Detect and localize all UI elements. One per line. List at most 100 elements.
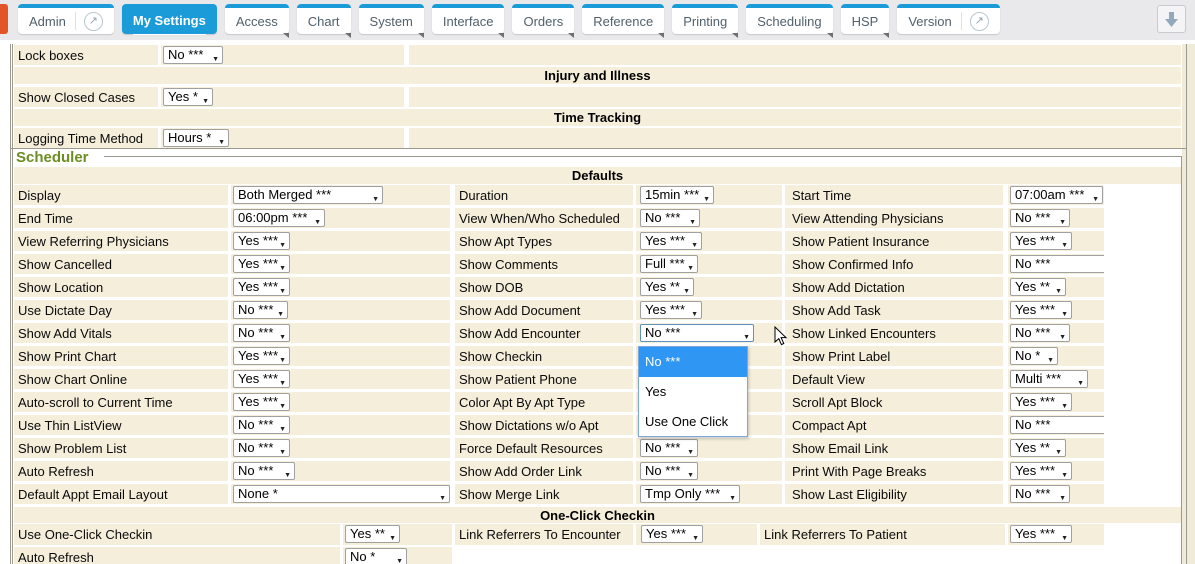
settings-row: Show Print Chart Yes *** Show Checkin Sh… bbox=[14, 346, 1181, 366]
show-apt-types-select[interactable]: Yes *** bbox=[640, 232, 702, 250]
scheduler-fieldset-border bbox=[104, 156, 1181, 157]
tab-caret-icon bbox=[827, 33, 833, 38]
dropdown-option[interactable]: Use One Click bbox=[639, 407, 747, 437]
view-attending-physicians-select[interactable]: No *** bbox=[1010, 209, 1070, 227]
show-chart-online-select[interactable]: Yes *** bbox=[233, 370, 290, 388]
auto-refresh-select[interactable]: No *** bbox=[233, 462, 295, 480]
link-referrers-to-encounter-select[interactable]: Yes *** bbox=[641, 525, 703, 543]
dropdown-arrow-icon bbox=[1061, 531, 1068, 545]
show-location-select[interactable]: Yes *** bbox=[233, 278, 290, 296]
dropdown-arrow-icon bbox=[1059, 215, 1066, 228]
show-comments-select[interactable]: Full *** bbox=[640, 255, 698, 273]
dropdown-arrow-icon bbox=[691, 307, 698, 320]
scroll-down-button[interactable] bbox=[1157, 5, 1186, 33]
dropdown-arrow-icon bbox=[1077, 376, 1084, 389]
field-label: Auto Refresh bbox=[14, 547, 94, 564]
tab-version[interactable]: Version bbox=[897, 4, 999, 34]
field-label: Show Print Chart bbox=[14, 346, 116, 364]
show-add-dictation-select[interactable]: Yes ** bbox=[1010, 278, 1066, 296]
tab-printing[interactable]: Printing bbox=[672, 4, 738, 34]
show-last-eligibility-select[interactable]: No *** bbox=[1010, 485, 1070, 503]
field-label: Auto Refresh bbox=[14, 461, 94, 479]
show-patient-insurance-select[interactable]: Yes *** bbox=[1010, 232, 1072, 250]
show-problem-list-select[interactable]: No *** bbox=[233, 439, 290, 457]
tab-interface[interactable]: Interface bbox=[432, 4, 505, 34]
tab-reference[interactable]: Reference bbox=[582, 4, 664, 34]
duration-select[interactable]: 15min *** bbox=[640, 186, 714, 204]
tab-orders[interactable]: Orders bbox=[512, 4, 574, 34]
show-print-label-select[interactable]: No * bbox=[1010, 347, 1058, 365]
show-email-link-select[interactable]: Yes ** bbox=[1010, 439, 1066, 457]
dropdown-arrow-icon bbox=[703, 192, 710, 205]
show-closed-cases-select[interactable]: Yes * bbox=[163, 88, 213, 106]
fieldset-border bbox=[10, 148, 1187, 149]
lock-boxes-select[interactable]: No *** bbox=[163, 46, 223, 64]
dropdown-arrow-icon bbox=[439, 491, 446, 504]
field-label: View Attending Physicians bbox=[785, 208, 944, 226]
tab-access[interactable]: Access bbox=[225, 4, 289, 34]
start-time-select[interactable]: 07:00am *** bbox=[1010, 186, 1103, 204]
field-label: Show Add Dictation bbox=[785, 277, 905, 295]
field-label: Show Dictations w/o Apt bbox=[455, 415, 598, 433]
show-linked-encounters-select[interactable]: No *** bbox=[1010, 324, 1070, 342]
field-label: Show Confirmed Info bbox=[785, 254, 913, 272]
field-label: Auto-scroll to Current Time bbox=[14, 392, 173, 410]
use-dictate-day-select[interactable]: No *** bbox=[233, 301, 288, 319]
dropdown-arrow-icon bbox=[279, 353, 286, 366]
dropdown-option[interactable]: Yes bbox=[639, 377, 747, 407]
field-label: Display bbox=[14, 185, 61, 203]
view-referring-physicians-select[interactable]: Yes *** bbox=[233, 232, 290, 250]
down-arrow-icon bbox=[1164, 11, 1179, 28]
tab-chart[interactable]: Chart bbox=[297, 4, 351, 34]
fieldset-border bbox=[1186, 44, 1187, 564]
dropdown-arrow-icon bbox=[1061, 238, 1068, 251]
scroll-apt-block-select[interactable]: Yes *** bbox=[1010, 393, 1072, 411]
auto-scroll-to-current-time-select[interactable]: Yes *** bbox=[233, 393, 290, 411]
show-add-vitals-select[interactable]: No *** bbox=[233, 324, 290, 342]
show-confirmed-info-select[interactable]: No *** bbox=[1010, 255, 1104, 273]
field-label: Show Apt Types bbox=[455, 231, 552, 249]
use-thin-listview-select[interactable]: No *** bbox=[233, 416, 290, 434]
dropdown-arrow-icon bbox=[372, 192, 379, 205]
link-referrers-to-patient-select[interactable]: Yes *** bbox=[1010, 525, 1072, 543]
settings-row: Show Cancelled Yes *** Show Comments Ful… bbox=[14, 254, 1181, 274]
tabs: Admin My Settings Access Chart System In… bbox=[18, 4, 1000, 34]
show-add-order-link-select[interactable]: No *** bbox=[640, 462, 698, 480]
one-click-auto-refresh-select[interactable]: No * bbox=[345, 548, 407, 564]
tab-system[interactable]: System bbox=[359, 4, 424, 34]
dropdown-arrow-icon bbox=[279, 238, 286, 251]
show-cancelled-select[interactable]: Yes *** bbox=[233, 255, 290, 273]
section-header: Time Tracking bbox=[554, 110, 641, 125]
dropdown-arrow-icon bbox=[1061, 399, 1068, 412]
field-label: Show Problem List bbox=[14, 438, 126, 456]
end-time-select[interactable]: 06:00pm *** bbox=[233, 209, 325, 227]
display-select[interactable]: Both Merged *** bbox=[233, 186, 383, 204]
tab-hsp[interactable]: HSP bbox=[841, 4, 890, 34]
default-view-select[interactable]: Multi *** bbox=[1010, 370, 1088, 388]
force-default-resources-select[interactable]: No *** bbox=[640, 439, 698, 457]
field-label: Show Add Task bbox=[785, 300, 881, 318]
show-merge-link-select[interactable]: Tmp Only *** bbox=[640, 485, 740, 503]
settings-row: View Referring Physicians Yes *** Show A… bbox=[14, 231, 1181, 251]
view-when-who-scheduled-select[interactable]: No *** bbox=[640, 209, 700, 227]
use-one-click-checkin-select[interactable]: Yes ** bbox=[345, 525, 400, 543]
popout-icon[interactable] bbox=[970, 12, 989, 31]
popout-icon[interactable] bbox=[84, 12, 103, 31]
tab-scheduling[interactable]: Scheduling bbox=[746, 4, 832, 34]
tab-admin[interactable]: Admin bbox=[18, 4, 114, 34]
dropdown-option-selected[interactable]: No *** bbox=[639, 347, 747, 377]
dropdown-arrow-icon bbox=[1061, 468, 1068, 481]
tab-divider bbox=[75, 12, 76, 30]
field-label: View Referring Physicians bbox=[14, 231, 169, 249]
show-add-document-select[interactable]: Yes *** bbox=[640, 301, 702, 319]
default-appt-email-layout-select[interactable]: None * bbox=[233, 485, 450, 503]
print-with-page-breaks-select[interactable]: Yes *** bbox=[1010, 462, 1072, 480]
field-label: Show Patient Phone bbox=[455, 369, 577, 387]
logging-time-method-select[interactable]: Hours * bbox=[163, 129, 229, 147]
compact-apt-select[interactable]: No *** bbox=[1010, 416, 1104, 434]
show-print-chart-select[interactable]: Yes *** bbox=[233, 347, 290, 365]
show-dob-select[interactable]: Yes ** bbox=[640, 278, 694, 296]
show-add-encounter-select[interactable]: No *** bbox=[640, 324, 754, 342]
tab-my-settings[interactable]: My Settings bbox=[122, 4, 217, 34]
show-add-task-select[interactable]: Yes *** bbox=[1010, 301, 1072, 319]
